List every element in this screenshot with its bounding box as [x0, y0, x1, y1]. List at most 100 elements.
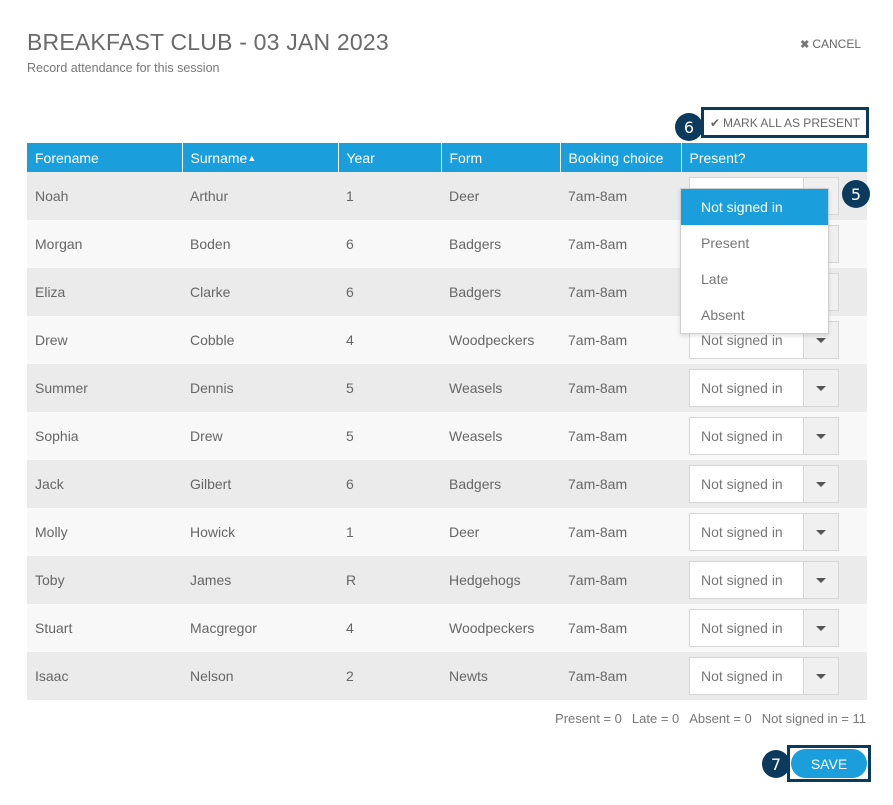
cell-present: Not signed in [681, 604, 867, 652]
cell-year: 6 [346, 284, 354, 300]
page-title: BREAKFAST CLUB - 03 JAN 2023 [27, 29, 389, 55]
summary-not-signed-in: Not signed in = 11 [761, 711, 866, 726]
chevron-down-icon [816, 577, 826, 583]
cell-form: Deer [449, 524, 480, 540]
attendance-status-value[interactable]: Not signed in [689, 417, 803, 455]
cell-form: Weasels [449, 428, 503, 444]
dropdown-toggle-button[interactable] [803, 561, 839, 599]
column-header-year[interactable]: Year [338, 143, 442, 172]
cell-surname: Arthur [190, 188, 229, 204]
cancel-button[interactable]: ✖ CANCEL [800, 37, 861, 51]
cell-present: Not signed in [681, 412, 867, 460]
chevron-down-icon [816, 481, 826, 487]
cell-forename: Toby [35, 572, 65, 588]
cell-booking: 7am-8am [568, 620, 628, 636]
cell-year: 4 [346, 332, 354, 348]
dropdown-option-absent[interactable]: Absent [681, 297, 828, 333]
chevron-down-icon [816, 529, 826, 535]
table-row: Sophia Drew 5 Weasels 7am-8am Not signed in [27, 412, 867, 460]
attendance-status-select[interactable]: Not signed in [689, 561, 839, 599]
cell-forename: Isaac [35, 668, 69, 684]
chevron-down-icon [816, 625, 826, 631]
cell-form: Badgers [449, 284, 502, 300]
cell-forename: Summer [35, 380, 88, 396]
dropdown-toggle-button[interactable] [803, 369, 839, 407]
cell-surname: Boden [190, 236, 231, 252]
table-row: Jack Gilbert 6 Badgers 7am-8am Not signed in [27, 460, 867, 508]
cell-forename: Eliza [35, 284, 66, 300]
cell-booking: 7am-8am [568, 476, 628, 492]
cell-surname: Gilbert [190, 476, 232, 492]
cancel-label: CANCEL [812, 37, 861, 51]
attendance-status-select[interactable]: Not signed in [689, 513, 839, 551]
dropdown-toggle-button[interactable] [803, 609, 839, 647]
column-header-present[interactable]: Present? [681, 143, 867, 172]
cell-surname: James [190, 572, 232, 588]
dropdown-toggle-button[interactable] [803, 513, 839, 551]
attendance-status-value[interactable]: Not signed in [689, 609, 803, 647]
save-button-highlight: SAVE [787, 745, 871, 782]
attendance-status-value[interactable]: Not signed in [689, 369, 803, 407]
attendance-status-value[interactable]: Not signed in [689, 561, 803, 599]
chevron-down-icon [816, 433, 826, 439]
table-header-row: Forename Surname▲ Year Form Booking choi… [27, 143, 867, 172]
attendance-status-value[interactable]: Not signed in [689, 513, 803, 551]
dropdown-option-late[interactable]: Late [681, 261, 828, 297]
cell-year: 1 [346, 188, 354, 204]
attendance-status-select[interactable]: Not signed in [689, 369, 839, 407]
column-header-booking-choice[interactable]: Booking choice [560, 143, 682, 172]
cell-forename: Stuart [35, 620, 73, 636]
cell-present: Not signed in [681, 652, 867, 700]
table-row: Toby James R Hedgehogs 7am-8am Not signed in [27, 556, 867, 604]
cell-year: 2 [346, 668, 354, 684]
check-icon: ✔ [709, 115, 721, 130]
column-header-surname[interactable]: Surname▲ [182, 143, 339, 172]
dropdown-toggle-button[interactable] [803, 657, 839, 695]
attendance-status-select[interactable]: Not signed in [689, 657, 839, 695]
attendance-status-value[interactable]: Not signed in [689, 657, 803, 695]
cell-surname: Nelson [190, 668, 234, 684]
dropdown-toggle-button[interactable] [803, 465, 839, 503]
attendance-status-dropdown-menu[interactable]: Not signed in Present Late Absent [680, 188, 829, 334]
cell-booking: 7am-8am [568, 428, 628, 444]
cell-form: Woodpeckers [449, 332, 535, 348]
cell-form: Deer [449, 188, 480, 204]
table-row: Molly Howick 1 Deer 7am-8am Not signed in [27, 508, 867, 556]
attendance-status-select[interactable]: Not signed in [689, 465, 839, 503]
cell-surname: Clarke [190, 284, 231, 300]
cell-form: Badgers [449, 236, 502, 252]
summary-present: Present = 0 [555, 711, 622, 726]
dropdown-option-present[interactable]: Present [681, 225, 828, 261]
cell-booking: 7am-8am [568, 380, 628, 396]
table-row: Stuart Macgregor 4 Woodpeckers 7am-8am Not si… [27, 604, 867, 652]
chevron-down-icon [816, 673, 826, 679]
cell-booking: 7am-8am [568, 668, 628, 684]
attendance-status-value[interactable]: Not signed in [689, 465, 803, 503]
summary-absent: Absent = 0 [689, 711, 752, 726]
column-header-forename[interactable]: Forename [27, 143, 183, 172]
cell-booking: 7am-8am [568, 332, 628, 348]
cell-booking: 7am-8am [568, 524, 628, 540]
sort-ascending-icon: ▲ [247, 152, 257, 163]
cell-surname: Cobble [190, 332, 235, 348]
callout-badge-6: 6 [675, 113, 703, 141]
cell-year: 5 [346, 428, 354, 444]
dropdown-toggle-button[interactable] [803, 417, 839, 455]
mark-all-present-button[interactable]: ✔ MARK ALL AS PRESENT [701, 107, 869, 138]
attendance-status-select[interactable]: Not signed in [689, 417, 839, 455]
cell-forename: Jack [35, 476, 64, 492]
mark-all-present-label: MARK ALL AS PRESENT [723, 115, 860, 130]
summary-late: Late = 0 [631, 711, 680, 726]
chevron-down-icon [816, 337, 826, 343]
cell-year: 5 [346, 380, 354, 396]
cell-year: 4 [346, 620, 354, 636]
cell-year: 6 [346, 236, 354, 252]
close-icon: ✖ [800, 38, 810, 51]
save-button[interactable]: SAVE [791, 749, 867, 778]
attendance-status-select[interactable]: Not signed in [689, 609, 839, 647]
column-header-form[interactable]: Form [441, 143, 561, 172]
cell-forename: Morgan [35, 236, 83, 252]
page-subtitle: Record attendance for this session [27, 61, 220, 75]
cell-form: Badgers [449, 476, 502, 492]
dropdown-option-not-signed-in[interactable]: Not signed in [681, 189, 828, 225]
